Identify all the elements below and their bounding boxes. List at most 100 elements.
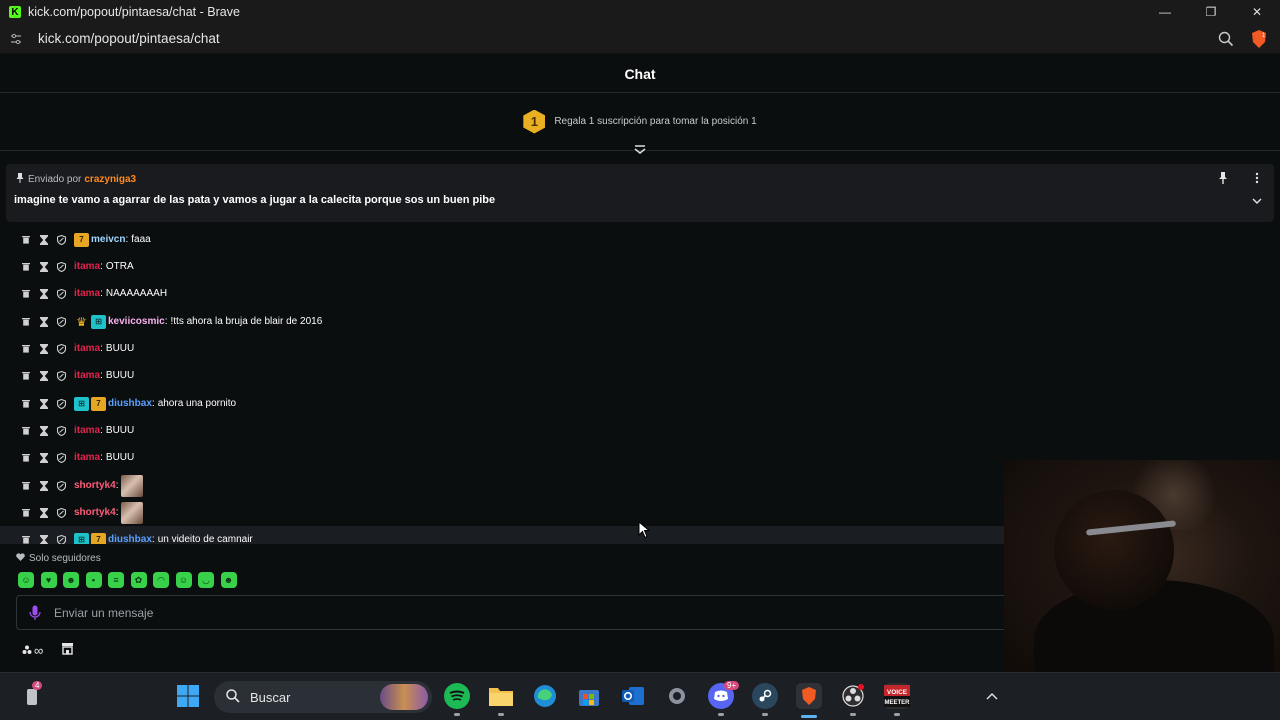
- more-options-icon[interactable]: [1252, 172, 1262, 186]
- points-infinity-icon[interactable]: ∞: [22, 643, 43, 658]
- pinned-sent-by-user[interactable]: crazyniga3: [84, 174, 136, 185]
- chat-message-row[interactable]: ♛ ⊞ keviicosmic: !tts ahora la bruja de bla…: [0, 308, 1004, 335]
- ban-shield-icon[interactable]: [56, 261, 67, 273]
- timeout-icon[interactable]: [39, 480, 50, 492]
- chat-username[interactable]: itama: [74, 452, 100, 463]
- delete-icon[interactable]: [21, 425, 32, 437]
- timeout-icon[interactable]: [39, 534, 50, 544]
- ban-shield-icon[interactable]: [56, 343, 67, 355]
- delete-icon[interactable]: [21, 234, 32, 246]
- url-text[interactable]: kick.com/popout/pintaesa/chat: [38, 31, 220, 46]
- chat-username[interactable]: itama: [74, 425, 100, 436]
- timeout-icon[interactable]: [39, 234, 50, 246]
- ban-shield-icon[interactable]: [56, 480, 67, 492]
- brave-shields-icon[interactable]: 1: [1250, 29, 1268, 49]
- ban-shield-icon[interactable]: [56, 507, 67, 519]
- chat-username[interactable]: diushbax: [108, 534, 152, 544]
- chat-message-row[interactable]: ⊞ 7 diushbax: ahora una pornito: [0, 390, 1004, 417]
- chat-message-row[interactable]: itama: OTRA: [0, 253, 1004, 280]
- delete-icon[interactable]: [21, 398, 32, 410]
- ban-shield-icon[interactable]: [56, 316, 67, 328]
- chat-username[interactable]: itama: [74, 288, 100, 299]
- ban-shield-icon[interactable]: [56, 288, 67, 300]
- site-settings-icon[interactable]: [10, 33, 22, 45]
- timeout-icon[interactable]: [39, 507, 50, 519]
- timeout-icon[interactable]: [39, 370, 50, 382]
- quick-emote[interactable]: ☻: [63, 572, 79, 588]
- quick-emote[interactable]: ☻: [220, 572, 237, 588]
- chat-message-row[interactable]: itama: BUUU: [0, 417, 1004, 444]
- voicemeeter-icon[interactable]: VOICE MEETER: [884, 683, 910, 709]
- chat-input[interactable]: Enviar un mensaje: [16, 595, 1016, 630]
- chat-message-row[interactable]: shortyk4:: [0, 499, 1004, 526]
- store-icon[interactable]: [61, 642, 74, 658]
- ban-shield-icon[interactable]: [56, 398, 67, 410]
- quick-emote[interactable]: ♥: [40, 572, 57, 588]
- timeout-icon[interactable]: [39, 343, 50, 355]
- chat-username[interactable]: itama: [74, 261, 100, 272]
- ban-shield-icon[interactable]: [56, 534, 67, 544]
- brave-taskbar-icon[interactable]: [796, 683, 822, 709]
- delete-icon[interactable]: [21, 261, 32, 273]
- quick-emote[interactable]: ☺: [18, 572, 34, 588]
- chat-message-row[interactable]: shortyk4:: [0, 472, 1004, 499]
- chat-message-row[interactable]: itama: BUUU: [0, 444, 1004, 471]
- quick-emote[interactable]: ◠: [153, 572, 169, 588]
- start-menu-icon[interactable]: [175, 683, 201, 709]
- quick-emote[interactable]: ✿: [130, 572, 147, 588]
- timeout-icon[interactable]: [39, 316, 50, 328]
- chat-username[interactable]: itama: [74, 343, 100, 354]
- quick-emote[interactable]: •: [85, 572, 102, 588]
- system-tray-chevron-icon[interactable]: [986, 689, 998, 703]
- edge-icon[interactable]: [532, 683, 558, 709]
- timeout-icon[interactable]: [39, 288, 50, 300]
- ban-shield-icon[interactable]: [56, 234, 67, 246]
- chat-message-row[interactable]: itama: BUUU: [0, 335, 1004, 362]
- close-button[interactable]: ✕: [1234, 0, 1280, 24]
- timeout-icon[interactable]: [39, 261, 50, 273]
- steam-icon[interactable]: [752, 683, 778, 709]
- delete-icon[interactable]: [21, 316, 32, 328]
- quick-emote[interactable]: ≡: [108, 572, 124, 588]
- settings-gear-icon[interactable]: [664, 683, 690, 709]
- delete-icon[interactable]: [21, 452, 32, 464]
- delete-icon[interactable]: [21, 507, 32, 519]
- chat-username[interactable]: meivcn: [91, 234, 125, 245]
- ban-shield-icon[interactable]: [56, 425, 67, 437]
- spotify-icon[interactable]: [444, 683, 470, 709]
- delete-icon[interactable]: [21, 288, 32, 300]
- chat-message-row[interactable]: ⊞ 7 diushbax: un videito de camnair: [0, 526, 1004, 544]
- ban-shield-icon[interactable]: [56, 370, 67, 382]
- chat-message-row[interactable]: itama: NAAAAAAAH: [0, 280, 1004, 307]
- delete-icon[interactable]: [21, 370, 32, 382]
- delete-icon[interactable]: [21, 534, 32, 545]
- delete-icon[interactable]: [21, 480, 32, 492]
- chat-username[interactable]: diushbax: [108, 398, 152, 409]
- ban-shield-icon[interactable]: [56, 452, 67, 464]
- minimize-button[interactable]: —: [1142, 0, 1188, 24]
- chat-message-list[interactable]: 7 meivcn: faaa itama: OTRA itama: NAAAAAAAH ♛ ⊞ k…: [0, 222, 1004, 544]
- timeout-icon[interactable]: [39, 425, 50, 437]
- quick-emote[interactable]: ◡: [198, 572, 214, 588]
- chat-username[interactable]: shortyk4: [74, 480, 116, 491]
- timeout-icon[interactable]: [39, 452, 50, 464]
- file-explorer-icon[interactable]: [488, 683, 514, 709]
- collapse-chevrons-icon[interactable]: [634, 143, 646, 155]
- chat-username[interactable]: shortyk4: [74, 507, 116, 518]
- zoom-icon[interactable]: [1218, 31, 1234, 47]
- timeout-icon[interactable]: [39, 398, 50, 410]
- chat-username[interactable]: keviicosmic: [108, 316, 165, 327]
- unpin-icon[interactable]: [1218, 172, 1230, 186]
- obs-icon[interactable]: [840, 683, 866, 709]
- chat-message-row[interactable]: 7 meivcn: faaa: [0, 226, 1004, 253]
- outlook-icon[interactable]: [620, 683, 646, 709]
- sub-leaderboard-banner[interactable]: 1 Regala 1 suscripción para tomar la pos…: [0, 93, 1280, 154]
- chat-message-row[interactable]: itama: BUUU: [0, 362, 1004, 389]
- chat-username[interactable]: itama: [74, 370, 100, 381]
- maximize-button[interactable]: ❐: [1188, 0, 1234, 24]
- expand-chevron-icon[interactable]: [1252, 197, 1262, 207]
- microphone-icon[interactable]: [29, 605, 41, 621]
- taskbar-search[interactable]: Buscar: [214, 681, 432, 713]
- delete-icon[interactable]: [21, 343, 32, 355]
- quick-emote[interactable]: ☺: [175, 572, 192, 588]
